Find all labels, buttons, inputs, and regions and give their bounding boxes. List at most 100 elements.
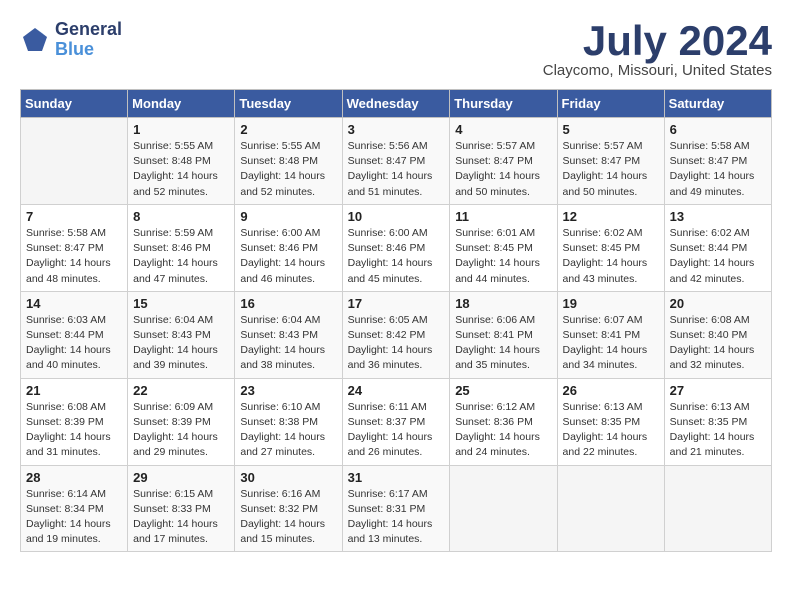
day-number: 7 bbox=[26, 209, 122, 224]
calendar-cell: 22Sunrise: 6:09 AM Sunset: 8:39 PM Dayli… bbox=[128, 378, 235, 465]
logo-icon bbox=[20, 25, 50, 55]
day-number: 29 bbox=[133, 470, 229, 485]
day-info: Sunrise: 5:55 AM Sunset: 8:48 PM Dayligh… bbox=[240, 139, 336, 200]
logo: General Blue bbox=[20, 20, 122, 60]
day-info: Sunrise: 6:01 AM Sunset: 8:45 PM Dayligh… bbox=[455, 226, 551, 287]
calendar-cell: 12 Sunrise: 6:02 AM Sunset: 8:45 PM Dayli… bbox=[557, 204, 664, 291]
header-row: SundayMondayTuesdayWednesdayThursdayFrid… bbox=[21, 90, 772, 118]
calendar-cell: 15 Sunrise: 6:04 AM Sunset: 8:43 PM Dayli… bbox=[128, 291, 235, 378]
day-info: Sunrise: 6:11 AM Sunset: 8:37 PM Dayligh… bbox=[348, 400, 445, 461]
calendar-cell: 29 Sunrise: 6:15 AM Sunset: 8:33 PM Dayli… bbox=[128, 465, 235, 552]
day-number: 13 bbox=[670, 209, 766, 224]
calendar-cell: 10Sunrise: 6:00 AM Sunset: 8:46 PM Dayli… bbox=[342, 204, 450, 291]
day-number: 12 bbox=[563, 209, 659, 224]
day-info: Sunrise: 6:10 AM Sunset: 8:38 PM Dayligh… bbox=[240, 400, 336, 461]
calendar-cell: 8Sunrise: 5:59 AM Sunset: 8:46 PM Daylig… bbox=[128, 204, 235, 291]
day-number: 17 bbox=[348, 296, 445, 311]
calendar-cell: 20 Sunrise: 6:08 AM Sunset: 8:40 PM Dayli… bbox=[664, 291, 771, 378]
day-info: Sunrise: 6:02 AM Sunset: 8:44 PM Dayligh… bbox=[670, 226, 766, 287]
calendar-cell: 7 Sunrise: 5:58 AM Sunset: 8:47 PM Daylig… bbox=[21, 204, 128, 291]
day-number: 31 bbox=[348, 470, 445, 485]
day-info: Sunrise: 6:16 AM Sunset: 8:32 PM Dayligh… bbox=[240, 487, 336, 548]
logo-blue: Blue bbox=[55, 40, 122, 60]
day-number: 20 bbox=[670, 296, 766, 311]
day-number: 21 bbox=[26, 383, 122, 398]
calendar-week-4: 21 Sunrise: 6:08 AM Sunset: 8:39 PM Dayli… bbox=[21, 378, 772, 465]
calendar-cell: 3 Sunrise: 5:56 AM Sunset: 8:47 PM Daylig… bbox=[342, 118, 450, 205]
day-number: 26 bbox=[563, 383, 659, 398]
day-info: Sunrise: 5:57 AM Sunset: 8:47 PM Dayligh… bbox=[455, 139, 551, 200]
calendar-cell: 13 Sunrise: 6:02 AM Sunset: 8:44 PM Dayli… bbox=[664, 204, 771, 291]
day-number: 30 bbox=[240, 470, 336, 485]
calendar-cell: 16 Sunrise: 6:04 AM Sunset: 8:43 PM Dayli… bbox=[235, 291, 342, 378]
day-number: 18 bbox=[455, 296, 551, 311]
day-info: Sunrise: 6:00 AM Sunset: 8:46 PM Dayligh… bbox=[240, 226, 336, 287]
day-number: 5 bbox=[563, 122, 659, 137]
title-block: July 2024 Claycomo, Missouri, United Sta… bbox=[543, 20, 772, 79]
logo-general: General bbox=[55, 20, 122, 40]
header-day-saturday: Saturday bbox=[664, 90, 771, 118]
calendar-cell: 19 Sunrise: 6:07 AM Sunset: 8:41 PM Dayli… bbox=[557, 291, 664, 378]
logo-text: General Blue bbox=[55, 20, 122, 60]
calendar-cell bbox=[664, 465, 771, 552]
calendar-cell bbox=[557, 465, 664, 552]
calendar-cell: 28Sunrise: 6:14 AM Sunset: 8:34 PM Dayli… bbox=[21, 465, 128, 552]
day-info: Sunrise: 6:08 AM Sunset: 8:40 PM Dayligh… bbox=[670, 313, 766, 374]
day-info: Sunrise: 5:57 AM Sunset: 8:47 PM Dayligh… bbox=[563, 139, 659, 200]
calendar-cell: 9 Sunrise: 6:00 AM Sunset: 8:46 PM Daylig… bbox=[235, 204, 342, 291]
day-number: 1 bbox=[133, 122, 229, 137]
calendar-week-3: 14Sunrise: 6:03 AM Sunset: 8:44 PM Dayli… bbox=[21, 291, 772, 378]
day-info: Sunrise: 6:15 AM Sunset: 8:33 PM Dayligh… bbox=[133, 487, 229, 548]
day-number: 9 bbox=[240, 209, 336, 224]
day-info: Sunrise: 6:08 AM Sunset: 8:39 PM Dayligh… bbox=[26, 400, 122, 461]
day-info: Sunrise: 5:55 AM Sunset: 8:48 PM Dayligh… bbox=[133, 139, 229, 200]
day-number: 6 bbox=[670, 122, 766, 137]
header-day-sunday: Sunday bbox=[21, 90, 128, 118]
day-info: Sunrise: 6:07 AM Sunset: 8:41 PM Dayligh… bbox=[563, 313, 659, 374]
day-info: Sunrise: 6:13 AM Sunset: 8:35 PM Dayligh… bbox=[563, 400, 659, 461]
calendar-cell: 6Sunrise: 5:58 AM Sunset: 8:47 PM Daylig… bbox=[664, 118, 771, 205]
day-number: 14 bbox=[26, 296, 122, 311]
day-number: 2 bbox=[240, 122, 336, 137]
calendar-cell: 23Sunrise: 6:10 AM Sunset: 8:38 PM Dayli… bbox=[235, 378, 342, 465]
calendar-table: SundayMondayTuesdayWednesdayThursdayFrid… bbox=[20, 89, 772, 552]
title-location: Claycomo, Missouri, United States bbox=[543, 62, 772, 79]
calendar-cell: 30 Sunrise: 6:16 AM Sunset: 8:32 PM Dayli… bbox=[235, 465, 342, 552]
calendar-cell: 17 Sunrise: 6:05 AM Sunset: 8:42 PM Dayli… bbox=[342, 291, 450, 378]
header-day-friday: Friday bbox=[557, 90, 664, 118]
page-header: General Blue July 2024 Claycomo, Missour… bbox=[20, 20, 772, 79]
calendar-cell: 31 Sunrise: 6:17 AM Sunset: 8:31 PM Dayli… bbox=[342, 465, 450, 552]
day-info: Sunrise: 5:56 AM Sunset: 8:47 PM Dayligh… bbox=[348, 139, 445, 200]
header-day-tuesday: Tuesday bbox=[235, 90, 342, 118]
day-number: 16 bbox=[240, 296, 336, 311]
calendar-cell: 27Sunrise: 6:13 AM Sunset: 8:35 PM Dayli… bbox=[664, 378, 771, 465]
header-day-thursday: Thursday bbox=[450, 90, 557, 118]
day-number: 19 bbox=[563, 296, 659, 311]
calendar-cell: 21 Sunrise: 6:08 AM Sunset: 8:39 PM Dayli… bbox=[21, 378, 128, 465]
calendar-body: 1 Sunrise: 5:55 AM Sunset: 8:48 PM Daylig… bbox=[21, 118, 772, 552]
day-info: Sunrise: 6:04 AM Sunset: 8:43 PM Dayligh… bbox=[240, 313, 336, 374]
day-number: 24 bbox=[348, 383, 445, 398]
calendar-week-2: 7 Sunrise: 5:58 AM Sunset: 8:47 PM Daylig… bbox=[21, 204, 772, 291]
day-number: 3 bbox=[348, 122, 445, 137]
title-month: July 2024 bbox=[543, 20, 772, 62]
day-number: 11 bbox=[455, 209, 551, 224]
day-info: Sunrise: 6:02 AM Sunset: 8:45 PM Dayligh… bbox=[563, 226, 659, 287]
day-info: Sunrise: 6:05 AM Sunset: 8:42 PM Dayligh… bbox=[348, 313, 445, 374]
day-info: Sunrise: 6:12 AM Sunset: 8:36 PM Dayligh… bbox=[455, 400, 551, 461]
day-info: Sunrise: 6:14 AM Sunset: 8:34 PM Dayligh… bbox=[26, 487, 122, 548]
day-info: Sunrise: 6:17 AM Sunset: 8:31 PM Dayligh… bbox=[348, 487, 445, 548]
day-number: 8 bbox=[133, 209, 229, 224]
day-number: 15 bbox=[133, 296, 229, 311]
day-info: Sunrise: 5:58 AM Sunset: 8:47 PM Dayligh… bbox=[26, 226, 122, 287]
day-info: Sunrise: 6:06 AM Sunset: 8:41 PM Dayligh… bbox=[455, 313, 551, 374]
day-info: Sunrise: 6:04 AM Sunset: 8:43 PM Dayligh… bbox=[133, 313, 229, 374]
calendar-cell: 24 Sunrise: 6:11 AM Sunset: 8:37 PM Dayli… bbox=[342, 378, 450, 465]
day-info: Sunrise: 6:00 AM Sunset: 8:46 PM Dayligh… bbox=[348, 226, 445, 287]
calendar-cell: 14Sunrise: 6:03 AM Sunset: 8:44 PM Dayli… bbox=[21, 291, 128, 378]
calendar-cell: 2 Sunrise: 5:55 AM Sunset: 8:48 PM Daylig… bbox=[235, 118, 342, 205]
header-day-wednesday: Wednesday bbox=[342, 90, 450, 118]
day-info: Sunrise: 6:13 AM Sunset: 8:35 PM Dayligh… bbox=[670, 400, 766, 461]
day-number: 25 bbox=[455, 383, 551, 398]
calendar-header: SundayMondayTuesdayWednesdayThursdayFrid… bbox=[21, 90, 772, 118]
